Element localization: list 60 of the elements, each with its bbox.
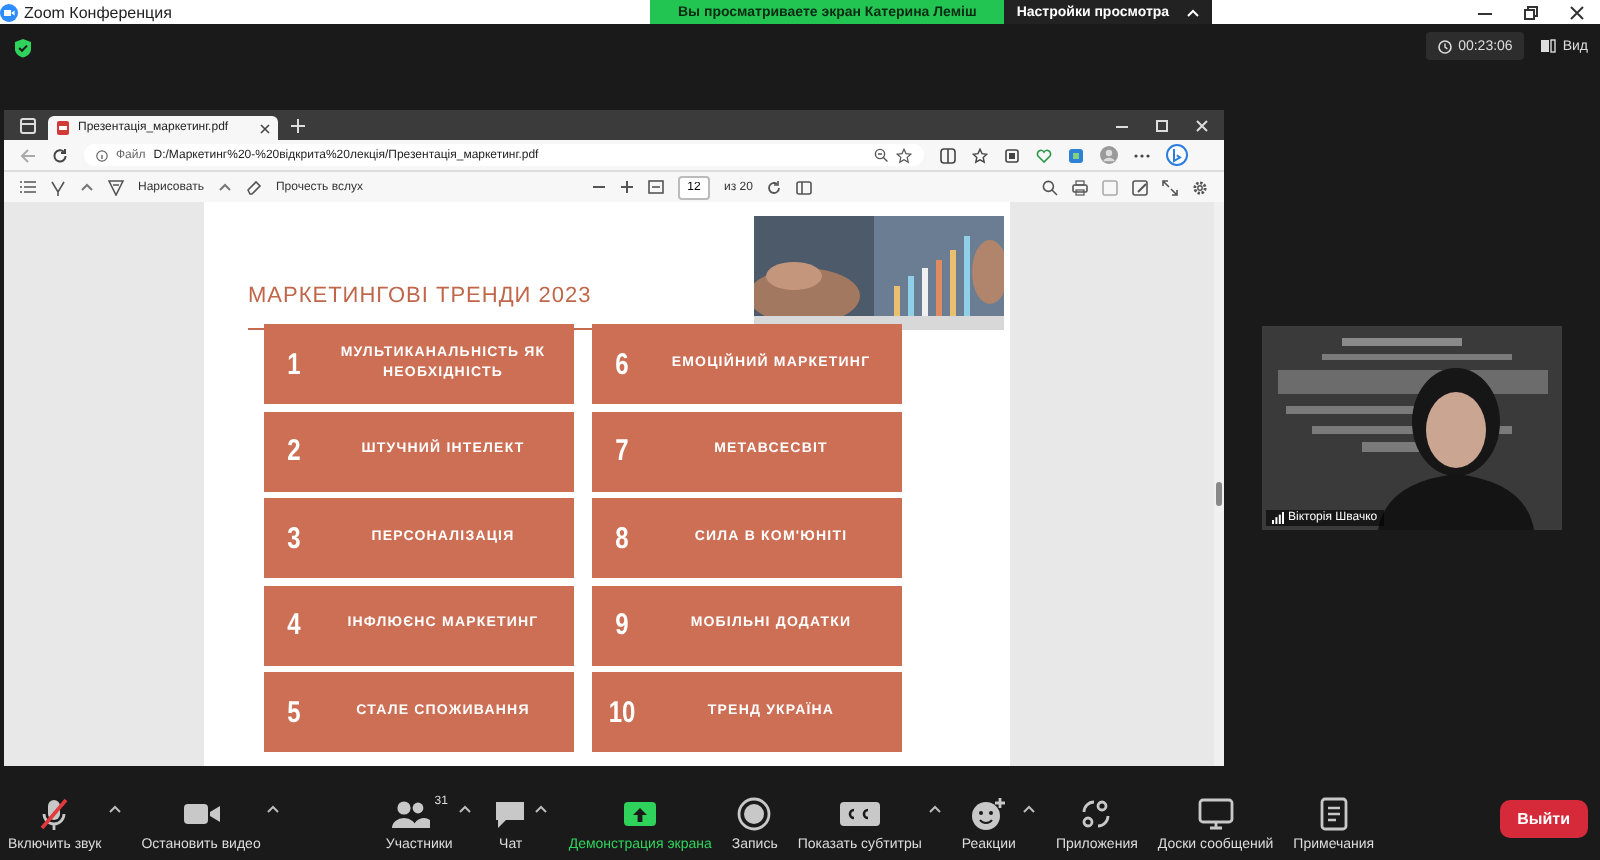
- settings-icon[interactable]: [1192, 179, 1208, 195]
- star-icon[interactable]: [896, 147, 912, 163]
- trend-number: 1: [285, 347, 303, 381]
- caret-icon[interactable]: [107, 803, 122, 813]
- notes-icon[interactable]: [1315, 795, 1352, 831]
- clock-icon: [1438, 39, 1453, 53]
- record-icon[interactable]: [736, 795, 773, 831]
- trend-number: 8: [613, 521, 631, 555]
- info-icon: [96, 149, 108, 161]
- trend-number: 4: [285, 608, 303, 642]
- people-icon[interactable]: [390, 795, 431, 831]
- signal-icon: [1272, 512, 1284, 524]
- save-as-icon[interactable]: [1132, 179, 1148, 195]
- contents-icon[interactable]: [20, 180, 36, 194]
- heart-icon[interactable]: [1036, 147, 1052, 163]
- fullscreen-icon[interactable]: [1162, 179, 1178, 195]
- restore-icon[interactable]: [1524, 5, 1538, 19]
- zoom-out-icon[interactable]: [592, 180, 606, 194]
- caret-icon[interactable]: [534, 803, 549, 813]
- close-icon[interactable]: [260, 123, 270, 133]
- leave-button[interactable]: Выйти: [1499, 800, 1589, 838]
- trend-number: 5: [285, 695, 303, 729]
- page-view-icon[interactable]: [796, 179, 813, 195]
- caret-icon[interactable]: [1021, 803, 1036, 813]
- zoom-out-icon[interactable]: [874, 148, 888, 162]
- profile-avatar-icon[interactable]: [1100, 146, 1118, 164]
- tab-actions-icon[interactable]: [20, 117, 36, 133]
- trend-number: 7: [613, 434, 631, 468]
- trend-number: 3: [285, 521, 303, 555]
- extension-icon[interactable]: [1068, 147, 1084, 163]
- reload-icon[interactable]: [52, 147, 68, 163]
- pdf-file-icon: [56, 120, 70, 136]
- trend-number: 6: [613, 347, 631, 381]
- muted-microphone-icon[interactable]: [36, 795, 73, 831]
- print-icon[interactable]: [1072, 179, 1088, 195]
- trend-number: 2: [285, 434, 303, 468]
- maximize-icon[interactable]: [1156, 119, 1168, 131]
- close-icon[interactable]: [1570, 5, 1584, 19]
- fit-page-icon[interactable]: [648, 180, 664, 194]
- favorites-icon[interactable]: [972, 147, 988, 163]
- rotate-icon[interactable]: [766, 179, 783, 195]
- shield-check-icon[interactable]: [14, 38, 32, 58]
- assistant-icon[interactable]: [1166, 144, 1188, 166]
- caret-icon[interactable]: [927, 803, 942, 813]
- scrollbar-thumb[interactable]: [1216, 482, 1222, 506]
- collections-icon[interactable]: [1004, 147, 1020, 163]
- search-icon[interactable]: [1042, 179, 1058, 195]
- plus-icon[interactable]: [290, 117, 306, 133]
- smiley-plus-icon[interactable]: [968, 795, 1009, 831]
- whiteboard-icon[interactable]: [1195, 795, 1236, 831]
- apps-icon[interactable]: [1078, 795, 1115, 831]
- layout-icon: [1540, 38, 1557, 54]
- zoom-in-icon[interactable]: [620, 180, 634, 194]
- trend-number: 10: [607, 695, 637, 729]
- window-title: Zoom Конференция: [24, 3, 172, 21]
- caret-icon[interactable]: [458, 803, 473, 813]
- caret-icon[interactable]: [266, 803, 281, 813]
- trend-number: 9: [613, 608, 631, 642]
- eraser-icon[interactable]: [245, 179, 262, 195]
- split-screen-icon[interactable]: [940, 147, 956, 163]
